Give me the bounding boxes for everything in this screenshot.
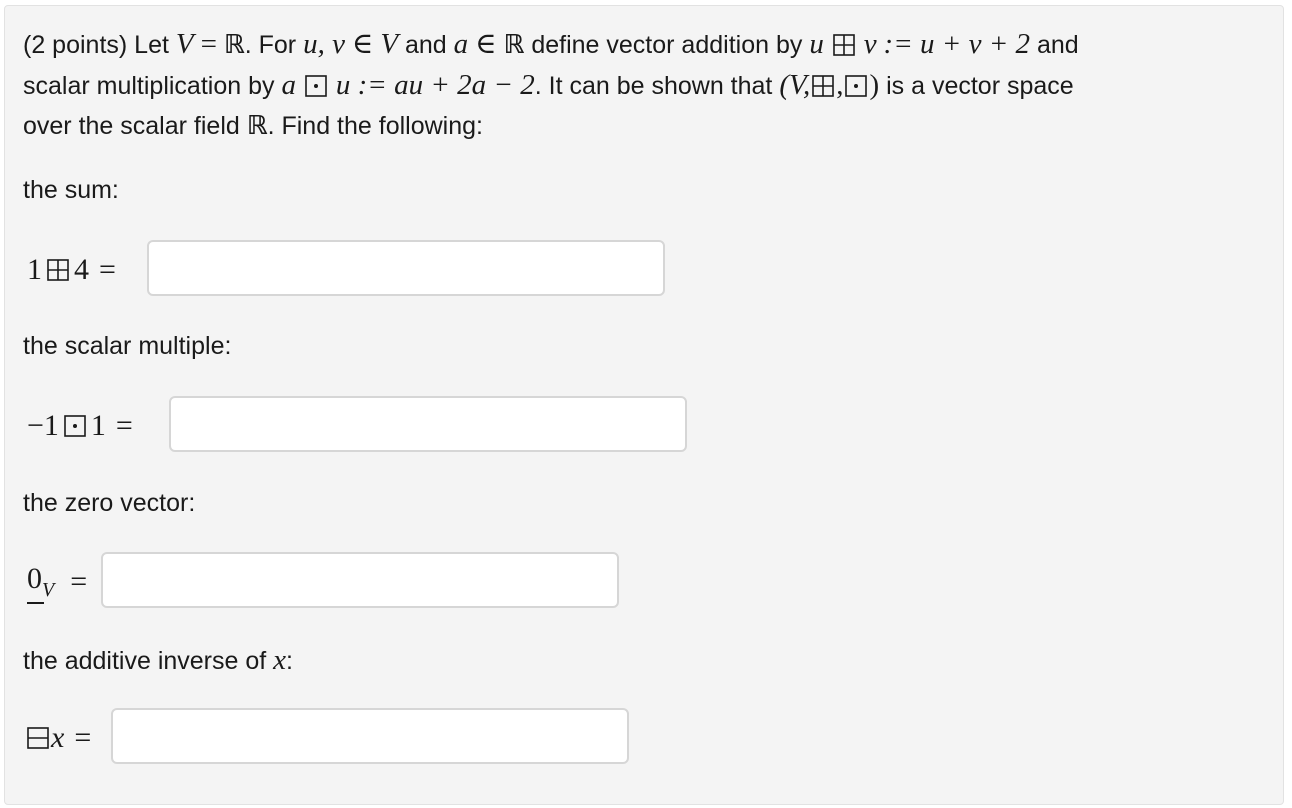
in-symbol: ∈ [351,28,374,60]
text-scalar: scalar multiplication by [23,72,275,100]
var-V-2: V [380,28,399,60]
problem-statement: (2 points) Let V = ℝ. For u, v ∈ V and a… [23,24,1273,146]
boxdot-icon-3 [64,415,86,437]
reals-symbol-3: ℝ [246,111,268,141]
boxminus-icon [27,727,49,749]
scalar-operand: −1 [27,409,59,442]
var-V: V [175,28,194,60]
in-symbol-2: ∈ [475,28,497,60]
text-define: define vector addition by [531,31,803,59]
zero-vector-symbol: 0V [27,562,55,604]
scalar-multiple-expression: −1 1 = [27,398,133,454]
mul-definition: u := au + 2a − 2 [335,69,535,101]
scalar-equals: = [115,409,133,442]
points-label: (2 points) [23,31,128,59]
zero-vector-answer-input[interactable] [101,552,619,608]
text-for: . For [244,31,297,59]
tuple-comma: , [836,69,844,101]
text-over: over the scalar field [23,112,240,140]
scalar-multiple-label: the scalar multiple: [23,332,232,360]
additive-inverse-text: the additive inverse of [23,647,267,675]
reals-symbol: ℝ [223,30,245,60]
vector-operand: 1 [90,409,106,442]
zero-subscript: V [42,579,55,601]
additive-inverse-expression: x = [27,710,91,766]
sum-left-operand: 1 [27,253,42,286]
inverse-operand: x [51,721,65,754]
zero-equals: = [70,565,88,598]
text-and-2: and [1037,31,1079,59]
zero-digit: 0 [27,562,42,595]
inverse-equals: = [74,721,92,754]
additive-inverse-var: x [273,644,287,676]
text-find: . Find the following: [267,112,483,140]
sum-definition: := u + v + 2 [883,28,1031,60]
var-v: v [863,28,877,60]
additive-inverse-answer-input[interactable] [111,708,629,764]
scalar-multiple-answer-input[interactable] [169,396,687,452]
var-a: a [453,28,469,60]
problem-panel: (2 points) Let V = ℝ. For u, v ∈ V and a… [4,5,1284,805]
sum-expression: 1 4 = [27,242,116,298]
additive-inverse-label: the additive inverse of x: [23,644,293,677]
text-shown: . It can be shown that [534,72,773,100]
reals-symbol-2: ℝ [503,30,525,60]
zero-vector-expression: 0V = [27,554,87,610]
boxplus-icon-3 [47,259,69,281]
text-is-vs: is a vector space [886,72,1074,100]
eq-sign: = [200,28,217,60]
boxdot-icon [305,75,327,97]
sum-right-operand: 4 [74,253,89,286]
zero-vector-label: the zero vector: [23,489,196,517]
text-and: and [405,31,447,59]
text-let: Let [134,31,169,59]
boxdot-icon-2 [845,75,868,97]
sum-label: the sum: [23,176,119,204]
boxplus-icon [832,34,855,56]
zero-underline [27,602,44,604]
boxplus-icon-2 [812,75,835,97]
var-u: u [809,28,824,60]
var-uv: u, v [303,28,345,60]
sum-equals: = [99,253,116,286]
sum-answer-input[interactable] [147,240,665,296]
additive-inverse-colon: : [286,647,293,675]
tuple-close: ) [869,69,880,101]
var-a-2: a [281,69,296,101]
tuple-open: (V, [779,69,811,101]
